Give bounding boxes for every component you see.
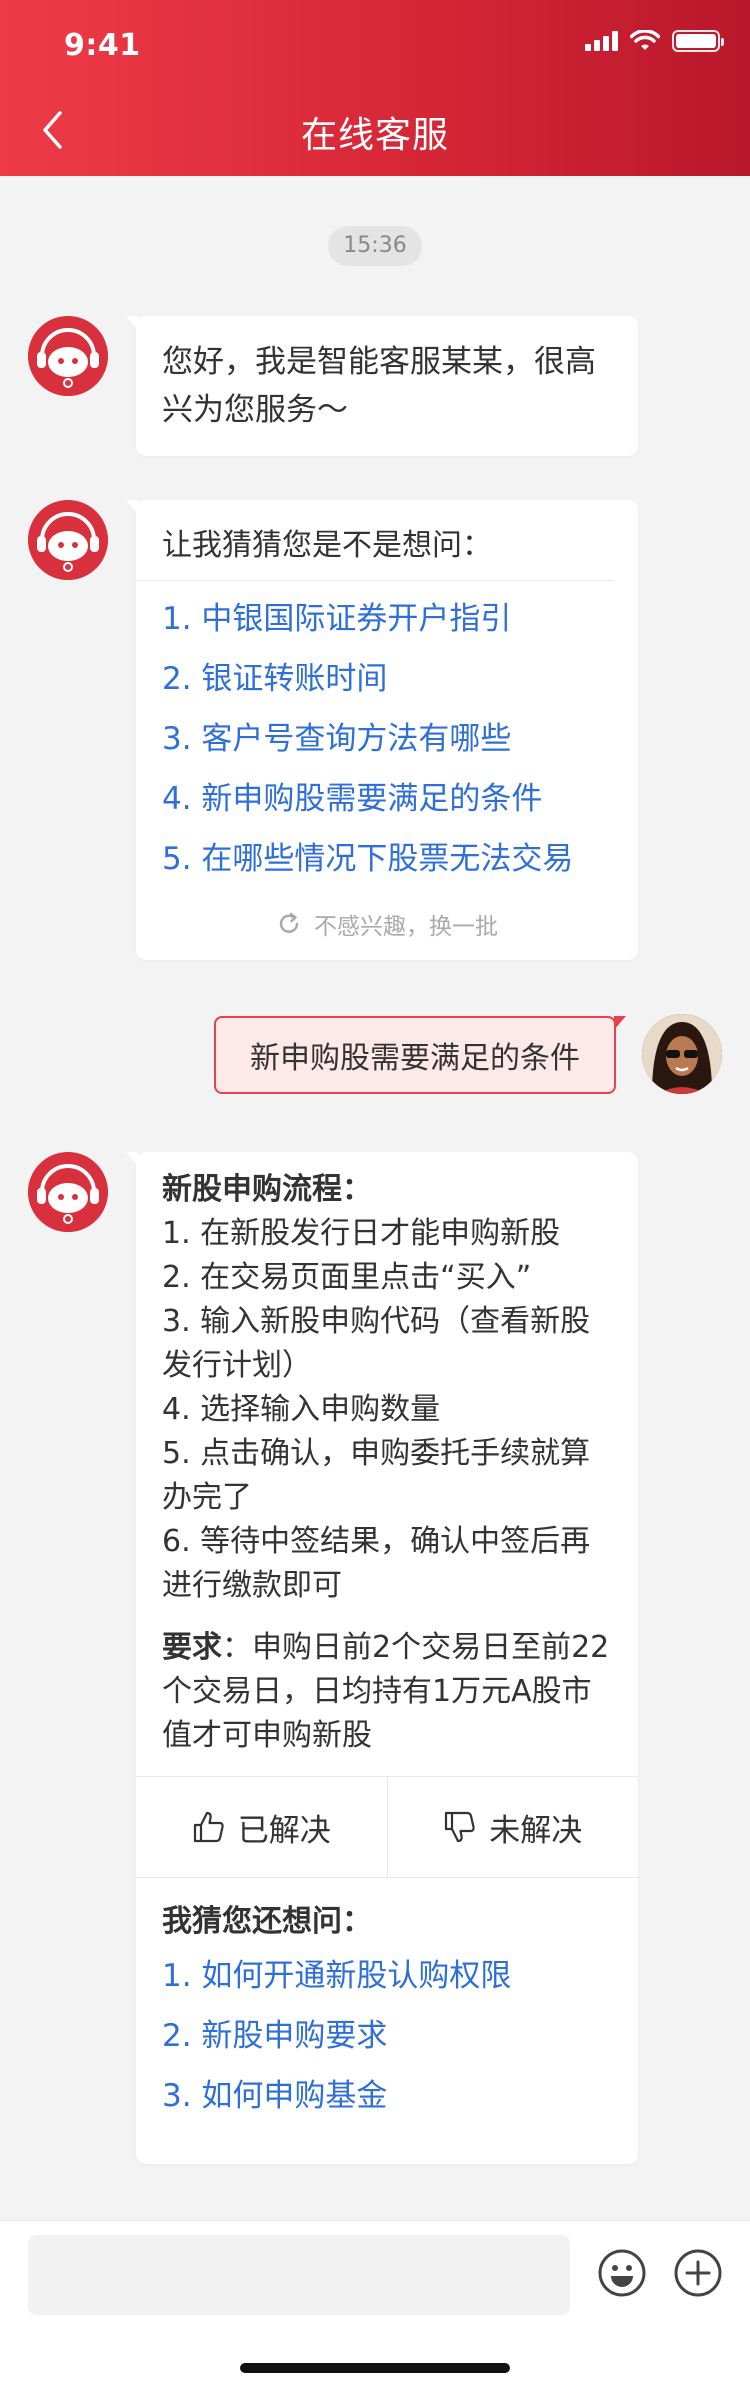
message-input[interactable]: [28, 2235, 570, 2315]
solved-label: 已解决: [237, 1812, 331, 1849]
add-button[interactable]: [670, 2245, 726, 2301]
suggestion-bubble: 让我猜猜您是不是想问： 1. 中银国际证券开户指引 2. 银证转账时间 3. 客…: [126, 500, 638, 960]
emoji-button[interactable]: [594, 2245, 650, 2301]
more-questions-list: 1. 如何开通新股认购权限 2. 新股申购要求 3. 如何申购基金: [136, 1946, 638, 2134]
answer-title: 新股申购流程：: [162, 1172, 372, 1207]
bot-avatar: [28, 500, 108, 580]
requirement-text: ：申购日前2个交易日至前22个交易日，日均持有1万元A股市值才可申购新股: [162, 1630, 610, 1753]
unsolved-label: 未解决: [489, 1812, 583, 1849]
suggestion-item[interactable]: 5. 在哪些情况下股票无法交易: [162, 829, 612, 889]
refresh-icon: [279, 912, 299, 933]
thumbs-down-icon: [445, 1811, 475, 1843]
answer-step: 4. 选择输入申购数量: [162, 1392, 441, 1427]
requirement-label: 要求: [162, 1630, 222, 1665]
status-icons: [585, 30, 724, 52]
user-message-text: 新申购股需要满足的条件: [250, 1041, 580, 1076]
answer-step: 5. 点击确认，申购委托手续就算办完了: [162, 1436, 591, 1515]
more-question-item[interactable]: 2. 新股申购要求: [162, 2006, 612, 2066]
plus-icon: [674, 2249, 722, 2297]
bot-avatar: [28, 1152, 108, 1232]
feedback-bar: 已解决 未解决: [136, 1776, 638, 1878]
user-message-bubble: 新申购股需要满足的条件: [214, 1016, 626, 1094]
input-bar: [0, 2220, 750, 2396]
answer-step: 3. 输入新股申购代码（查看新股发行计划）: [162, 1304, 591, 1383]
suggestion-heading: 让我猜猜您是不是想问：: [136, 500, 614, 581]
more-question-item[interactable]: 3. 如何申购基金: [162, 2066, 612, 2126]
home-indicator: [240, 2363, 510, 2373]
signal-icon: [585, 31, 618, 51]
answer-requirement: 要求：申购日前2个交易日至前22个交易日，日均持有1万元A股市值才可申购新股: [162, 1626, 612, 1758]
answer-step: 6. 等待中签结果，确认中签后再进行缴款即可: [162, 1524, 591, 1603]
robot-icon: [28, 316, 108, 396]
navigation-header: 9:41 在线客服: [0, 0, 750, 176]
page-title: 在线客服: [300, 115, 449, 156]
status-time: 9:41: [64, 28, 141, 63]
answer-bubble: 新股申购流程： 1. 在新股发行日才能申购新股 2. 在交易页面里点击“买入” …: [126, 1152, 638, 2164]
user-photo-icon: [642, 1014, 722, 1094]
answer-step: 2. 在交易页面里点击“买入”: [162, 1260, 532, 1295]
answer-step: 1. 在新股发行日才能申购新股: [162, 1216, 561, 1251]
user-avatar: [642, 1014, 722, 1094]
more-questions-heading: 我猜您还想问：: [162, 1904, 372, 1939]
suggestion-item[interactable]: 3. 客户号查询方法有哪些: [162, 709, 612, 769]
battery-icon: [672, 30, 724, 52]
refresh-label: 不感兴趣，换一批: [314, 914, 498, 940]
suggestion-item[interactable]: 2. 银证转账时间: [162, 649, 612, 709]
more-question-item[interactable]: 1. 如何开通新股认购权限: [162, 1946, 612, 2006]
greeting-text: 您好，我是智能客服某某，很高兴为您服务～: [162, 344, 596, 428]
refresh-suggestions-button[interactable]: 不感兴趣，换一批: [136, 889, 638, 959]
solved-button[interactable]: 已解决: [136, 1777, 387, 1877]
bot-avatar: [28, 316, 108, 396]
wifi-icon: [630, 30, 660, 50]
robot-icon: [28, 1152, 108, 1232]
robot-icon: [28, 500, 108, 580]
emoji-icon: [598, 2249, 646, 2297]
suggestion-item[interactable]: 1. 中银国际证券开户指引: [162, 589, 612, 649]
answer-body: 新股申购流程： 1. 在新股发行日才能申购新股 2. 在交易页面里点击“买入” …: [136, 1152, 638, 1776]
chat-timestamp: 15:36: [328, 226, 422, 266]
thumbs-up-icon: [193, 1811, 224, 1843]
suggestion-item[interactable]: 4. 新申购股需要满足的条件: [162, 769, 612, 829]
greeting-bubble: 您好，我是智能客服某某，很高兴为您服务～: [126, 316, 638, 456]
unsolved-button[interactable]: 未解决: [386, 1777, 639, 1877]
suggestion-list: 1. 中银国际证券开户指引 2. 银证转账时间 3. 客户号查询方法有哪些 4.…: [136, 581, 638, 889]
